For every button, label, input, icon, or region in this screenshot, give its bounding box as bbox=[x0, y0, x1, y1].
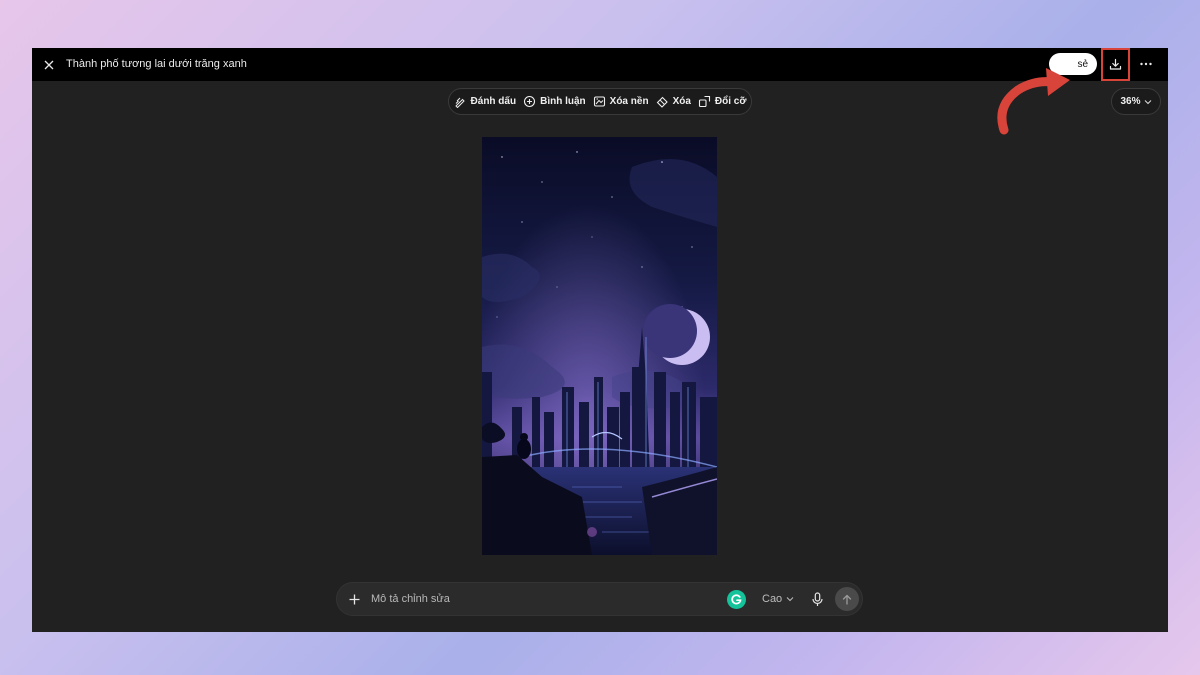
grammarly-g-icon bbox=[731, 594, 742, 605]
edit-toolbar: Đánh dấu Bình luận Xóa nền Xóa Đổi cỡ bbox=[448, 88, 752, 115]
quality-dropdown[interactable]: Cao bbox=[762, 593, 794, 605]
edit-prompt-bar: Cao bbox=[336, 582, 863, 616]
tool-comment[interactable]: Bình luận bbox=[523, 95, 586, 108]
tool-remove-background-label: Xóa nền bbox=[609, 96, 649, 107]
pen-mark-icon bbox=[454, 97, 465, 108]
tool-mark-label: Đánh dấu bbox=[470, 96, 517, 107]
tool-erase-label: Xóa bbox=[672, 96, 691, 107]
resize-icon bbox=[698, 95, 710, 108]
eraser-icon bbox=[656, 96, 668, 108]
top-bar: Thành phố tương lai dưới trăng xanh sẻ bbox=[32, 48, 1168, 81]
share-button-label: sẻ bbox=[1077, 58, 1088, 70]
tool-mark[interactable]: Đánh dấu bbox=[454, 95, 517, 108]
send-button[interactable] bbox=[835, 587, 859, 611]
more-options-button[interactable] bbox=[1135, 54, 1157, 74]
tool-resize-label: Đổi cỡ bbox=[714, 96, 747, 107]
grammarly-icon[interactable] bbox=[727, 590, 746, 609]
download-button[interactable] bbox=[1101, 48, 1130, 81]
futuristic-city-moon-image bbox=[482, 137, 717, 555]
tool-erase[interactable]: Xóa bbox=[656, 95, 691, 108]
close-icon bbox=[44, 60, 54, 70]
zoom-level: 36% bbox=[1120, 96, 1141, 107]
image-title: Thành phố tương lai dưới trăng xanh bbox=[66, 58, 247, 70]
comment-plus-icon bbox=[524, 95, 536, 108]
quality-value: Cao bbox=[762, 593, 783, 605]
tool-comment-label: Bình luận bbox=[540, 96, 586, 107]
generated-image[interactable] bbox=[482, 137, 717, 555]
voice-input-button[interactable] bbox=[809, 591, 825, 608]
tool-resize[interactable]: Đổi cỡ bbox=[698, 95, 747, 108]
tool-remove-background[interactable]: Xóa nền bbox=[593, 95, 649, 108]
remove-background-icon bbox=[593, 96, 605, 107]
download-icon bbox=[1109, 58, 1122, 70]
add-attachment-button[interactable] bbox=[346, 591, 362, 607]
more-horizontal-icon bbox=[1140, 62, 1152, 66]
chevron-down-icon bbox=[786, 597, 794, 602]
close-button[interactable] bbox=[40, 56, 58, 74]
share-button[interactable]: sẻ bbox=[1049, 53, 1097, 75]
zoom-dropdown[interactable]: 36% bbox=[1111, 88, 1161, 115]
arrow-up-icon bbox=[842, 594, 852, 605]
plus-icon bbox=[349, 594, 359, 604]
chevron-down-icon bbox=[1144, 99, 1151, 104]
microphone-icon bbox=[811, 592, 823, 606]
image-editor-window: Thành phố tương lai dưới trăng xanh sẻ Đ… bbox=[32, 48, 1168, 632]
edit-description-input[interactable] bbox=[371, 589, 711, 609]
